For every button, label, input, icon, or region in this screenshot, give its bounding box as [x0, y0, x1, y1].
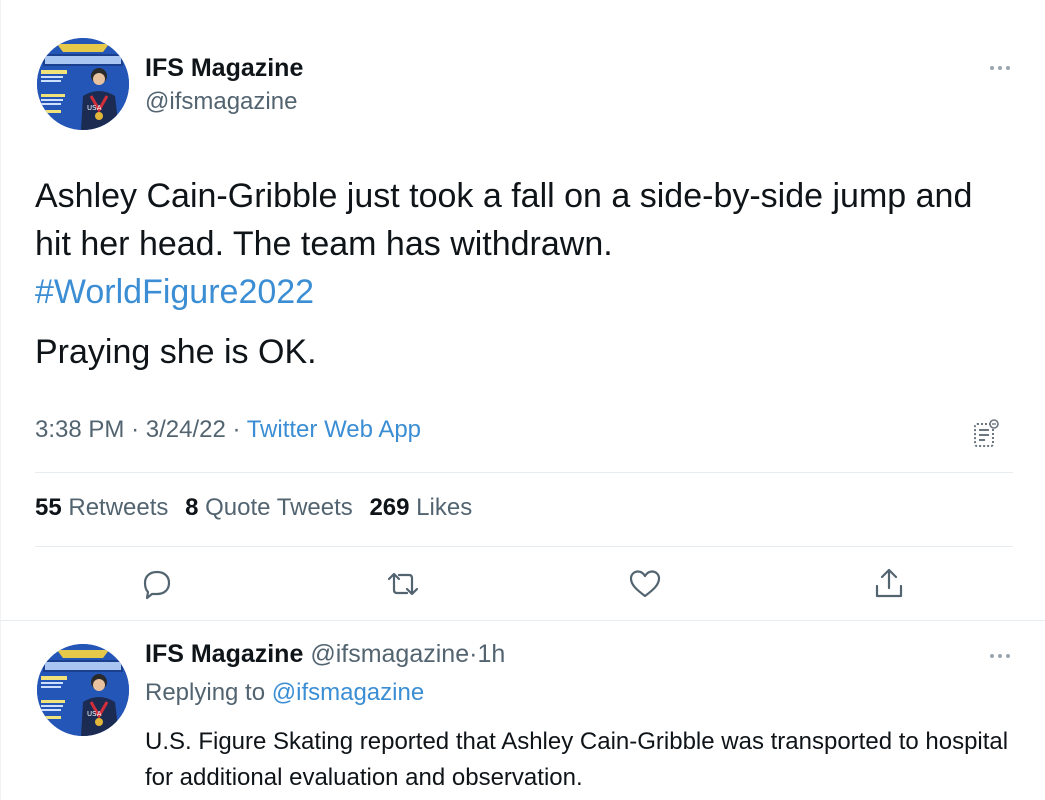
magazine-cover-icon: USA: [37, 644, 129, 736]
more-options-icon[interactable]: [987, 58, 1013, 78]
tweet-detail-page: USA IFS Magazine @ifsmagazine Ashley Cai…: [0, 0, 1045, 800]
author-handle[interactable]: @ifsmagazine: [145, 88, 297, 116]
engagement-stats: 55 Retweets 8 Quote Tweets 269 Likes: [35, 494, 472, 522]
retweets-stat[interactable]: 55 Retweets: [35, 494, 168, 521]
share-icon[interactable]: [871, 566, 907, 602]
tweet-text: Ashley Cain-Gribble just took a fall on …: [35, 172, 995, 376]
tweet-text-line1: Ashley Cain-Gribble just took a fall on …: [35, 177, 973, 263]
reply-author-avatar[interactable]: USA: [37, 644, 129, 736]
reply-tweet-text: U.S. Figure Skating reported that Ashley…: [145, 728, 1009, 791]
reply-author-handle[interactable]: @ifsmagazine: [310, 640, 469, 668]
divider: [35, 546, 1013, 547]
like-icon[interactable]: [627, 566, 663, 602]
tweet-source-app[interactable]: Twitter Web App: [247, 416, 421, 443]
tweet-action-bar: [1, 566, 1045, 606]
divider: [35, 472, 1013, 473]
reply-time[interactable]: 1h: [477, 640, 505, 668]
tweet-text-line2: Praying she is OK.: [35, 333, 317, 371]
meta-separator: ·: [131, 416, 140, 443]
tweet-time[interactable]: 3:38 PM: [35, 416, 124, 443]
author-avatar[interactable]: USA: [37, 38, 129, 130]
reply-header: IFS Magazine @ifsmagazine·1h: [145, 640, 505, 669]
svg-text:USA: USA: [87, 104, 102, 112]
replying-to-label: Replying to: [145, 679, 266, 706]
magazine-cover-icon: USA: [37, 38, 129, 130]
hashtag-link[interactable]: #WorldFigure2022: [35, 273, 314, 311]
quote-tweets-stat[interactable]: 8 Quote Tweets: [185, 494, 353, 521]
retweet-icon[interactable]: [385, 566, 421, 602]
reply-icon[interactable]: [139, 566, 175, 602]
replying-to: Replying to @ifsmagazine: [145, 679, 424, 707]
reply-author-name[interactable]: IFS Magazine: [145, 640, 303, 668]
author-display-name[interactable]: IFS Magazine: [145, 54, 303, 83]
tweet-metadata: 3:38 PM · 3/24/22 · Twitter Web App: [35, 416, 421, 444]
svg-text:USA: USA: [87, 710, 102, 718]
likes-stat[interactable]: 269 Likes: [369, 494, 472, 521]
meta-separator: ·: [232, 416, 241, 443]
more-options-icon[interactable]: [987, 646, 1013, 666]
analytics-icon[interactable]: [973, 418, 999, 448]
replying-to-handle[interactable]: @ifsmagazine: [272, 679, 424, 706]
tweet-date[interactable]: 3/24/22: [146, 416, 226, 443]
tweet-separator: [1, 620, 1045, 621]
